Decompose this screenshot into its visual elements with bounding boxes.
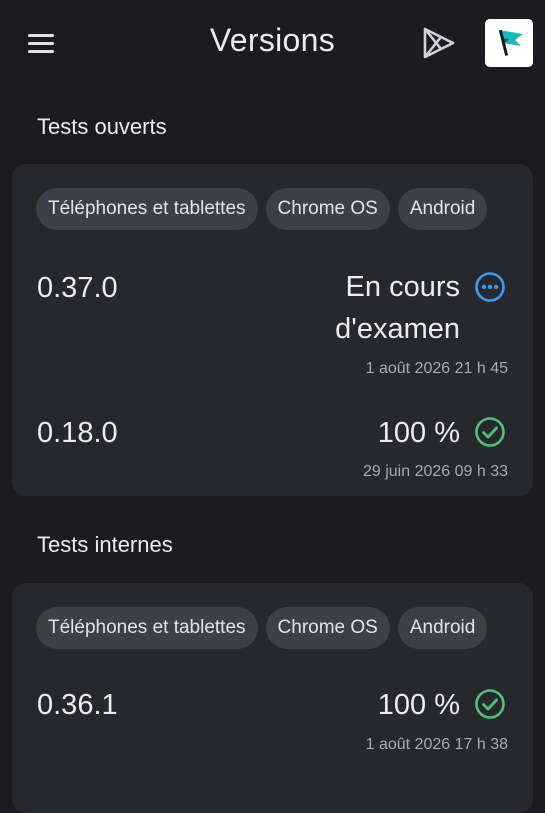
status-line-1: En cours [345,271,460,303]
section-title-tests-ouverts: Tests ouverts [37,114,167,139]
status-line-1: 100 % [377,689,460,721]
app-avatar[interactable] [485,19,533,67]
chip-chrome-os[interactable]: Chrome OS [265,188,390,230]
release-status: En cours d'examen [335,266,460,350]
status-line-2: d'examen [335,313,460,345]
in-review-more-icon [475,272,505,302]
release-date: 1 août 2026 21 h 45 [365,360,508,377]
form-factor-chips: Téléphones et tablettes Chrome OS Androi… [36,607,488,649]
check-circle-icon [475,417,505,447]
release-version[interactable]: 0.37.0 [37,272,118,305]
chip-phones-tablets[interactable]: Téléphones et tablettes [36,607,258,649]
play-store-icon [423,27,455,59]
check-circle-icon [475,689,505,719]
release-status: 100 % [378,684,460,726]
chip-phones-tablets[interactable]: Téléphones et tablettes [36,188,258,230]
release-track-card-internal: Téléphones et tablettes Chrome OS Androi… [12,583,533,813]
release-version[interactable]: 0.36.1 [37,689,118,722]
release-date: 1 août 2026 17 h 38 [365,736,508,753]
chip-android[interactable]: Android [397,188,488,230]
release-date: 29 juin 2026 09 h 33 [362,463,508,480]
form-factor-chips: Téléphones et tablettes Chrome OS Androi… [36,188,488,230]
release-version[interactable]: 0.18.0 [37,417,118,450]
section-title-tests-internes: Tests internes [37,532,173,557]
chip-chrome-os[interactable]: Chrome OS [265,607,390,649]
release-status: 100 % [378,412,460,454]
release-track-card-open: Téléphones et tablettes Chrome OS Androi… [12,164,533,496]
status-line-1: 100 % [377,417,460,449]
app-logo-flag-icon [485,19,533,67]
page-title: Versions [209,22,336,58]
play-store-button[interactable] [420,25,456,61]
chip-android[interactable]: Android [397,607,488,649]
top-app-bar: Versions [0,0,545,86]
